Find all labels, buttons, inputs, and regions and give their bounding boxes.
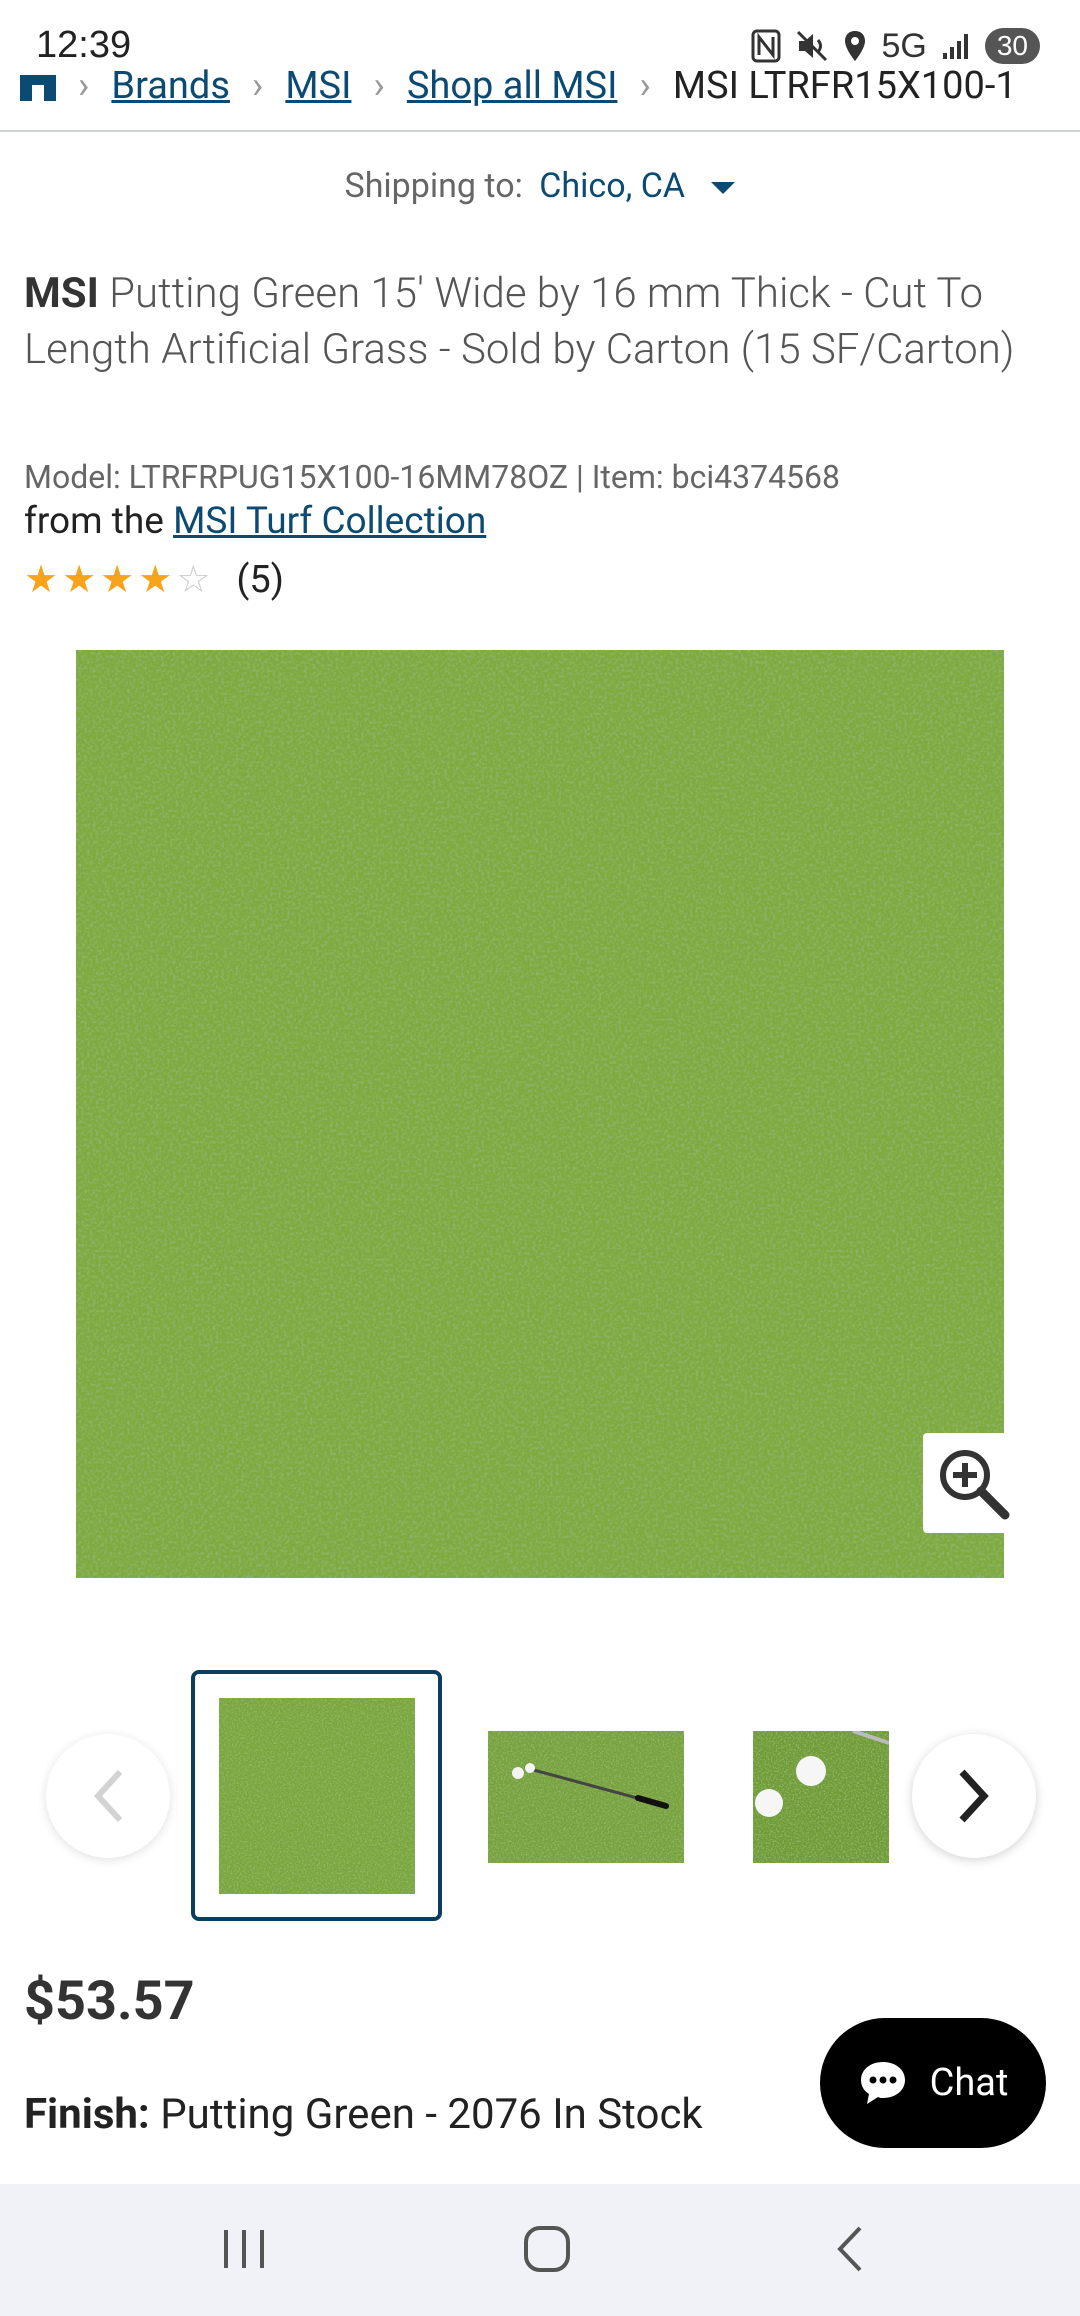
star-icon: ★ <box>138 558 173 602</box>
chat-button[interactable]: Chat <box>820 2018 1046 2148</box>
thumbnail-next-button[interactable] <box>912 1734 1036 1858</box>
collection-link[interactable]: MSI Turf Collection <box>173 500 486 543</box>
star-empty-icon: ☆ <box>176 558 211 602</box>
chevron-right-icon: › <box>78 64 90 108</box>
breadcrumb-shop-all-msi[interactable]: Shop all MSI <box>407 64 618 108</box>
product-title: MSI Putting Green 15' Wide by 16 mm Thic… <box>24 266 1054 378</box>
product-main-image[interactable] <box>76 650 1004 1578</box>
chat-label: Chat <box>929 2061 1009 2105</box>
breadcrumb-msi[interactable]: MSI <box>285 64 351 108</box>
star-icon: ★ <box>100 558 135 602</box>
finish-line[interactable]: Finish: Putting Green - 2076 In Stock <box>24 2090 703 2139</box>
caret-down-icon[interactable] <box>711 182 736 195</box>
shipping-selector[interactable]: Shipping to: Chico, CA <box>0 166 1080 206</box>
model-item-line: Model: LTRFRPUG15X100-16MM78OZ | Item: b… <box>24 458 840 496</box>
star-icon: ★ <box>62 558 97 602</box>
zoom-button[interactable] <box>923 1433 1023 1533</box>
review-count[interactable]: (5) <box>236 558 284 602</box>
chevron-right-icon: › <box>373 64 385 108</box>
shipping-label: Shipping to: <box>344 166 523 206</box>
star-icon: ★ <box>24 558 59 602</box>
chat-bubble-icon <box>860 2062 905 2104</box>
collection-line: from the MSI Turf Collection <box>24 500 486 543</box>
breadcrumb: › Brands › MSI › Shop all MSI › MSI LTRF… <box>0 58 1080 132</box>
thumbnail-prev-button[interactable] <box>46 1734 170 1858</box>
collection-prefix: from the <box>24 500 164 543</box>
zoom-in-icon <box>940 1450 1010 1520</box>
breadcrumb-current: MSI LTRFR15X100-1 <box>672 64 1017 108</box>
back-nav-icon[interactable] <box>830 2224 870 2274</box>
breadcrumb-brands[interactable]: Brands <box>111 64 230 108</box>
thumbnail-turf-swatch[interactable] <box>219 1698 415 1894</box>
system-navigation-bar <box>0 2184 1080 2316</box>
product-brand: MSI <box>24 269 99 318</box>
thumbnail-golf-balls[interactable] <box>753 1731 889 1863</box>
product-price: $53.57 <box>24 1970 195 2033</box>
shipping-location[interactable]: Chico, CA <box>539 166 685 206</box>
thumbnail-golf-club[interactable] <box>488 1731 684 1863</box>
chevron-right-icon <box>959 1769 989 1823</box>
finish-value: Putting Green - 2076 In Stock <box>160 2090 703 2139</box>
star-rating: ★ ★ ★ ★ ☆ <box>24 560 210 600</box>
finish-label: Finish: <box>24 2090 150 2139</box>
chevron-right-icon: › <box>639 64 651 108</box>
signal-icon <box>942 34 968 59</box>
rating[interactable]: ★ ★ ★ ★ ☆ (5) <box>24 558 284 602</box>
chevron-left-icon <box>93 1769 123 1823</box>
home-icon[interactable] <box>20 71 56 101</box>
chevron-right-icon: › <box>251 64 264 108</box>
recent-apps-icon[interactable] <box>220 2224 268 2274</box>
product-name: Putting Green 15' Wide by 16 mm Thick - … <box>24 269 1015 374</box>
home-nav-icon[interactable] <box>522 2224 572 2274</box>
